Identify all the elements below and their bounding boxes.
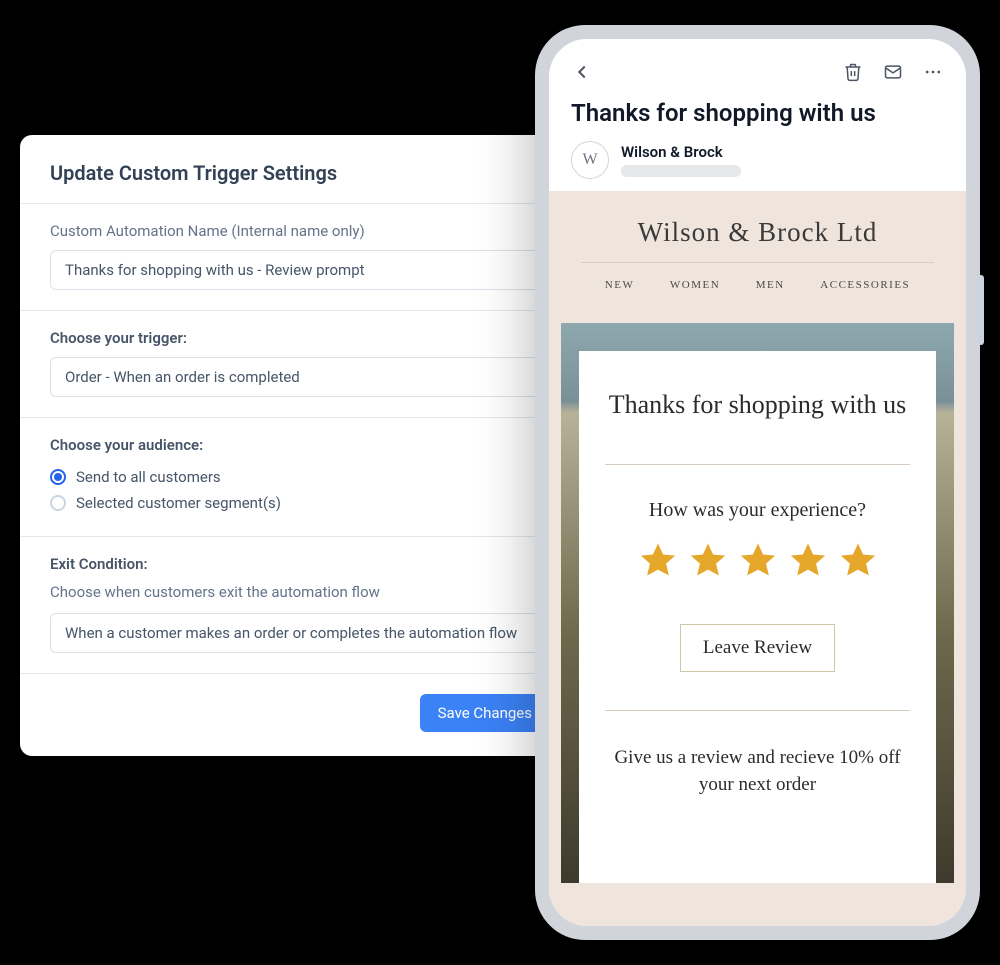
radio-icon [50, 469, 66, 485]
nav-accessories[interactable]: ACCESSORIES [820, 279, 910, 291]
more-icon[interactable] [922, 61, 944, 83]
divider [605, 464, 910, 465]
star-icon[interactable] [637, 540, 679, 582]
automation-name-input[interactable] [50, 250, 550, 290]
trigger-label: Choose your trigger: [50, 329, 550, 347]
brand-nav: NEW WOMEN MEN ACCESSORIES [569, 277, 946, 309]
hero-image: Thanks for shopping with us How was your… [561, 323, 954, 883]
star-icon[interactable] [787, 540, 829, 582]
sender-row: W Wilson & Brock [571, 141, 944, 179]
trigger-settings-panel: Update Custom Trigger Settings Custom Au… [20, 135, 580, 756]
sender-meta-placeholder [621, 165, 741, 177]
leave-review-button[interactable]: Leave Review [680, 624, 835, 672]
radio-label: Send to all customers [76, 468, 221, 486]
phone-screen: Thanks for shopping with us W Wilson & B… [549, 39, 966, 926]
automation-name-label: Custom Automation Name (Internal name on… [50, 222, 550, 240]
star-icon[interactable] [687, 540, 729, 582]
radio-icon [50, 495, 66, 511]
nav-women[interactable]: WOMEN [670, 279, 720, 291]
trigger-select[interactable]: Order - When an order is completed [50, 357, 550, 397]
exit-condition-section: Exit Condition: Choose when customers ex… [50, 537, 550, 673]
audience-option-all[interactable]: Send to all customers [50, 464, 550, 490]
trigger-section: Choose your trigger: Order - When an ord… [50, 311, 550, 417]
radio-label: Selected customer segment(s) [76, 494, 281, 512]
nav-new[interactable]: NEW [605, 279, 635, 291]
phone-mockup: Thanks for shopping with us W Wilson & B… [535, 25, 980, 940]
star-icon[interactable] [837, 540, 879, 582]
save-button[interactable]: Save Changes [420, 694, 550, 732]
audience-option-segment[interactable]: Selected customer segment(s) [50, 490, 550, 516]
phone-side-button [978, 275, 984, 345]
review-card: Thanks for shopping with us How was your… [579, 351, 936, 883]
card-description: Give us a review and recieve 10% off you… [605, 745, 910, 798]
sender-name: Wilson & Brock [621, 143, 741, 161]
exit-condition-select[interactable]: When a customer makes an order or comple… [50, 613, 550, 653]
email-body: Wilson & Brock Ltd NEW WOMEN MEN ACCESSO… [549, 191, 966, 926]
panel-title: Update Custom Trigger Settings [50, 161, 550, 203]
exit-help-text: Choose when customers exit the automatio… [50, 583, 550, 601]
mail-subject: Thanks for shopping with us [571, 99, 944, 127]
card-title: Thanks for shopping with us [605, 387, 910, 422]
mail-app-header: Thanks for shopping with us W Wilson & B… [549, 39, 966, 191]
brand-title: Wilson & Brock Ltd [569, 217, 946, 248]
back-icon[interactable] [571, 61, 593, 83]
exit-label: Exit Condition: [50, 555, 550, 573]
avatar: W [571, 141, 609, 179]
card-subtitle: How was your experience? [605, 499, 910, 522]
trash-icon[interactable] [842, 61, 864, 83]
divider [605, 710, 910, 711]
automation-name-section: Custom Automation Name (Internal name on… [50, 204, 550, 310]
nav-men[interactable]: MEN [756, 279, 785, 291]
divider [581, 262, 934, 263]
star-icon[interactable] [737, 540, 779, 582]
mail-icon[interactable] [882, 61, 904, 83]
audience-section: Choose your audience: Send to all custom… [50, 418, 550, 536]
audience-label: Choose your audience: [50, 436, 550, 454]
star-rating [605, 540, 910, 582]
